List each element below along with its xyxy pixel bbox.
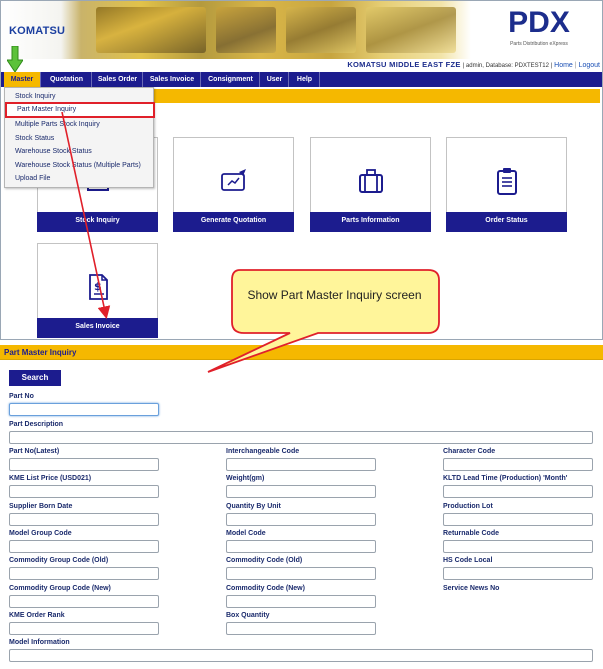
model-information-label: Model Information xyxy=(9,639,70,646)
company-name: KOMATSU MIDDLE EAST FZE xyxy=(347,60,461,69)
tile-label: Order Status xyxy=(446,212,567,232)
interchangeable-code-input[interactable] xyxy=(226,458,376,471)
parts-image-3 xyxy=(366,7,456,53)
pdx-title: PDX xyxy=(508,6,570,39)
box-quantity-label: Box Quantity xyxy=(226,612,270,619)
briefcase-icon xyxy=(359,169,383,193)
model-group-code-label: Model Group Code xyxy=(9,530,72,537)
nav-help[interactable]: Help xyxy=(290,72,320,87)
part-description-input[interactable] xyxy=(9,431,593,444)
kme-list-price-label: KME List Price (USD021) xyxy=(9,475,92,482)
nav-master[interactable]: Master xyxy=(4,72,41,87)
supplier-born-date-label: Supplier Born Date xyxy=(9,503,73,510)
character-code-input[interactable] xyxy=(443,458,593,471)
commodity-group-code-old-label: Commodity Group Code (Old) xyxy=(9,557,109,564)
clipboard-icon xyxy=(497,168,517,195)
nav-quotation[interactable]: Quotation xyxy=(42,72,92,87)
parts-image-2 xyxy=(286,7,356,53)
menu-item-part-master-inquiry[interactable]: Part Master Inquiry xyxy=(5,102,155,118)
tile-label: Stock Inquiry xyxy=(37,212,158,232)
master-dropdown-menu: Stock Inquiry Part Master Inquiry Multip… xyxy=(4,87,155,188)
menu-item-multiple-parts-stock-inquiry[interactable]: Multiple Parts Stock Inquiry xyxy=(5,118,153,132)
returnable-code-input[interactable] xyxy=(443,540,593,553)
box-quantity-input[interactable] xyxy=(226,622,376,635)
user-database-info: | admin, Database: PDXTEST12 | xyxy=(462,63,553,69)
svg-text:$: $ xyxy=(94,280,102,293)
kme-list-price-input[interactable] xyxy=(9,485,159,498)
model-code-input[interactable] xyxy=(226,540,376,553)
user-info-bar: KOMATSU MIDDLE EAST FZE | admin, Databas… xyxy=(1,59,602,71)
commodity-group-code-new-label: Commodity Group Code (New) xyxy=(9,585,111,592)
model-group-code-input[interactable] xyxy=(9,540,159,553)
callout-text: Show Part Master Inquiry screen xyxy=(247,288,422,302)
commodity-group-code-new-input[interactable] xyxy=(9,595,159,608)
interchangeable-code-label: Interchangeable Code xyxy=(226,448,300,455)
tile-order-status[interactable]: Order Status xyxy=(446,137,567,232)
menu-item-warehouse-stock-status-multiple[interactable]: Warehouse Stock Status (Multiple Parts) xyxy=(5,159,153,173)
part-no-latest-label: Part No(Latest) xyxy=(9,448,60,455)
commodity-code-new-label: Commodity Code (New) xyxy=(226,585,305,592)
search-button[interactable]: Search xyxy=(9,370,61,386)
returnable-code-label: Returnable Code xyxy=(443,530,500,537)
part-no-input[interactable] xyxy=(9,403,159,416)
supplier-born-date-input[interactable] xyxy=(9,513,159,526)
production-lot-input[interactable] xyxy=(443,513,593,526)
model-code-label: Model Code xyxy=(226,530,266,537)
kme-order-rank-label: KME Order Rank xyxy=(9,612,65,619)
parts-image xyxy=(216,7,276,53)
home-link[interactable]: Home xyxy=(554,62,573,69)
tablet-pen-icon xyxy=(221,169,246,191)
kme-order-rank-input[interactable] xyxy=(9,622,159,635)
kltd-lead-time-input[interactable] xyxy=(443,485,593,498)
tile-generate-quotation[interactable]: Generate Quotation xyxy=(173,137,294,232)
kltd-lead-time-label: KLTD Lead Time (Production) 'Month' xyxy=(443,475,568,482)
excavator-image xyxy=(96,7,206,53)
logout-link[interactable]: Logout xyxy=(579,62,600,69)
separator: | xyxy=(574,62,577,69)
hs-code-local-label: HS Code Local xyxy=(443,557,493,564)
nav-sales-invoice[interactable]: Sales Invoice xyxy=(144,72,201,87)
menu-item-upload-file[interactable]: Upload File xyxy=(5,172,153,186)
commodity-code-old-input[interactable] xyxy=(226,567,376,580)
commodity-code-old-label: Commodity Code (Old) xyxy=(226,557,303,564)
part-no-latest-input[interactable] xyxy=(9,458,159,471)
quantity-by-unit-input[interactable] xyxy=(226,513,376,526)
service-news-no-label: Service News No xyxy=(443,585,500,592)
pdx-logo: PDX Parts Distribution eXpress xyxy=(501,5,577,51)
tile-label: Sales Invoice xyxy=(37,318,158,338)
form-header-bar: Part Master Inquiry xyxy=(0,345,603,360)
invoice-dollar-icon: $ xyxy=(89,274,108,300)
part-description-label: Part Description xyxy=(9,421,64,428)
page-title-bar xyxy=(154,89,600,103)
hs-code-local-input[interactable] xyxy=(443,567,593,580)
tile-label: Parts Information xyxy=(310,212,431,232)
pdx-subtitle: Parts Distribution eXpress xyxy=(510,41,568,47)
header-banner: KOMATSU PDX Parts Distribution eXpress xyxy=(1,1,602,59)
commodity-group-code-old-input[interactable] xyxy=(9,567,159,580)
weight-label: Weight(gm) xyxy=(226,475,265,482)
tile-sales-invoice[interactable]: $ Sales Invoice xyxy=(37,243,158,338)
menu-item-warehouse-stock-status[interactable]: Warehouse Stock Status xyxy=(5,145,153,159)
komatsu-logo[interactable]: KOMATSU xyxy=(9,25,65,37)
nav-consignment[interactable]: Consignment xyxy=(202,72,260,87)
character-code-label: Character Code xyxy=(443,448,496,455)
part-master-inquiry-screen: Part Master Inquiry Search Part No Part … xyxy=(0,342,603,669)
menu-item-stock-status[interactable]: Stock Status xyxy=(5,132,153,146)
page-title: Part Master Inquiry xyxy=(4,348,77,357)
commodity-code-new-input[interactable] xyxy=(226,595,376,608)
nav-sales-order[interactable]: Sales Order xyxy=(93,72,143,87)
green-down-arrow-icon xyxy=(7,46,23,72)
quantity-by-unit-label: Quantity By Unit xyxy=(226,503,281,510)
nav-user[interactable]: User xyxy=(261,72,289,87)
main-nav: Master Quotation Sales Order Sales Invoi… xyxy=(1,72,602,87)
part-no-label: Part No xyxy=(9,393,34,400)
weight-input[interactable] xyxy=(226,485,376,498)
model-information-input[interactable] xyxy=(9,649,593,662)
tile-parts-information[interactable]: Parts Information xyxy=(310,137,431,232)
tile-label: Generate Quotation xyxy=(173,212,294,232)
production-lot-label: Production Lot xyxy=(443,503,493,510)
